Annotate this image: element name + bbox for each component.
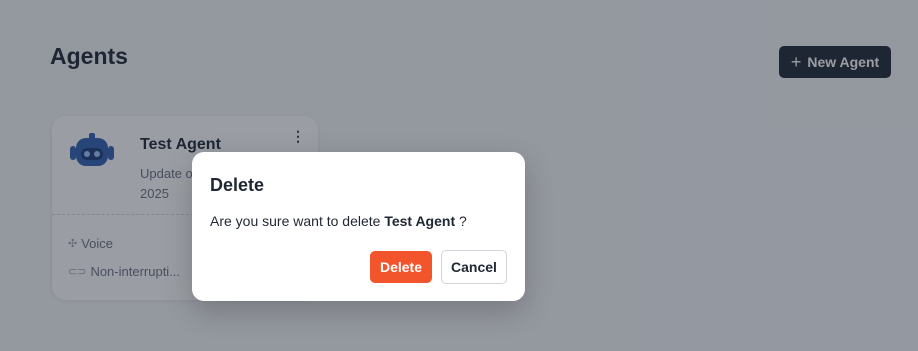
dialog-message: Are you sure want to delete Test Agent ? bbox=[210, 213, 467, 229]
dialog-title: Delete bbox=[210, 175, 265, 195]
cancel-button[interactable]: Cancel bbox=[441, 250, 507, 284]
message-suffix: ? bbox=[455, 213, 467, 229]
delete-button[interactable]: Delete bbox=[370, 251, 432, 283]
delete-dialog: Delete Are you sure want to delete Test … bbox=[192, 152, 525, 301]
agents-page: Agents + New Agent Test Agent ⋮ Update o… bbox=[0, 0, 918, 351]
message-prefix: Are you sure want to delete bbox=[210, 213, 385, 229]
message-agent-name: Test Agent bbox=[384, 213, 456, 229]
